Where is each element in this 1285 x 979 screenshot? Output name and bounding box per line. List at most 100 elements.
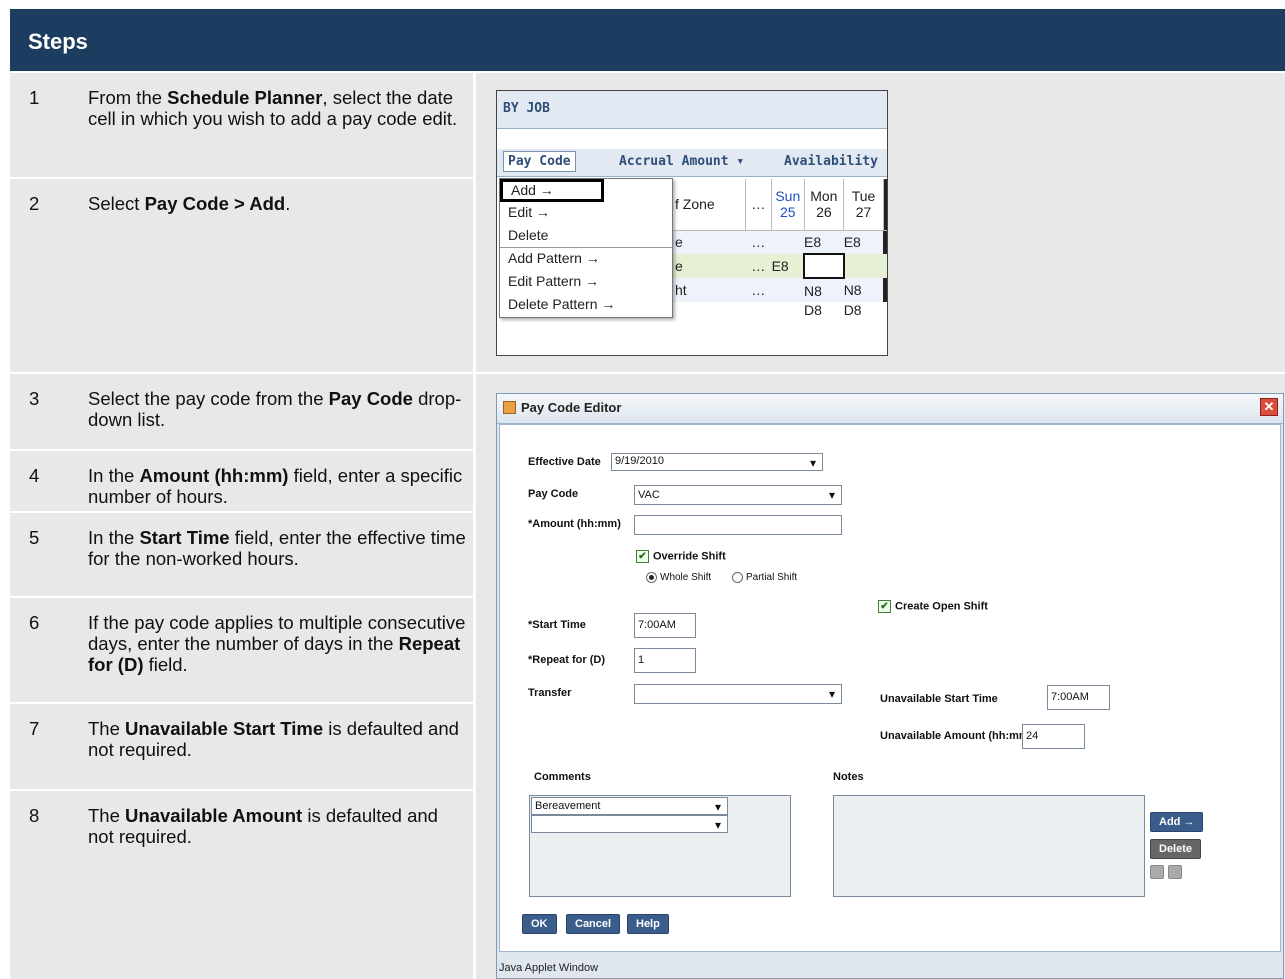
delete-menu-item[interactable]: Delete (500, 225, 672, 248)
grid-cell[interactable]: N8 (804, 278, 844, 302)
step-text: The Unavailable Amount is defaulted and … (88, 805, 468, 847)
create-open-shift-checkbox[interactable]: ✔ Create Open Shift (878, 600, 988, 613)
pay-code-menu[interactable]: Pay Code (503, 151, 576, 172)
override-shift-label: Override Shift (653, 550, 726, 563)
transfer-select[interactable] (634, 684, 842, 704)
checkmark-icon: ✔ (636, 550, 649, 563)
editor-title-bar: Pay Code Editor ✕ (497, 394, 1283, 424)
add-menu-item[interactable]: Add → (500, 179, 604, 202)
start-time-input[interactable]: 7:00AM (634, 613, 696, 638)
step-number: 2 (29, 193, 40, 214)
unavailable-start-time-label: Unavailable Start Time (880, 693, 998, 705)
repeat-label: *Repeat for (D) (528, 654, 606, 666)
schedule-grid: f Zone… Sun 25 Mon 26 Tue 27 e… E8 E8 e… E8 ht… (673, 179, 887, 318)
notes-label: Notes (833, 771, 864, 783)
step-number: 7 (29, 718, 40, 739)
step-text: If the pay code applies to multiple cons… (88, 612, 468, 675)
step-number: 4 (29, 465, 40, 486)
step-text: Select the pay code from the Pay Code dr… (88, 388, 468, 430)
amount-input[interactable] (634, 515, 842, 535)
step-row-8: 8 The Unavailable Amount is defaulted and… (10, 791, 473, 979)
override-shift-checkbox[interactable]: ✔ Override Shift (636, 550, 726, 563)
transfer-label: Transfer (528, 687, 572, 699)
steps-header: Steps (10, 9, 1285, 71)
step-emphasis: Pay Code > Add (144, 193, 286, 214)
whole-shift-label: Whole Shift (660, 572, 712, 584)
add-note-button[interactable]: Add → (1150, 812, 1204, 832)
grid-cell: ht (675, 282, 687, 298)
editor-title: Pay Code Editor (521, 400, 622, 415)
step-row-7: 7 The Unavailable Start Time is defaulted… (10, 704, 473, 789)
previous-note-icon[interactable] (1150, 865, 1164, 879)
step-text: In the Amount (hh:mm) field, enter a spe… (88, 465, 468, 507)
step-text: Select Pay Code > Add. (88, 193, 468, 214)
effective-date-label: Effective Date (528, 456, 601, 468)
cancel-button[interactable]: Cancel (566, 914, 621, 934)
step-text-part: In the (88, 465, 140, 486)
delete-note-button[interactable]: Delete (1150, 839, 1202, 859)
step-text-part: Select (88, 193, 145, 214)
planner-title: BY JOB (497, 91, 887, 129)
day-number: 27 (855, 204, 872, 221)
grid-cell: e (675, 234, 683, 251)
selected-date-cell[interactable] (803, 253, 845, 279)
grid-cell[interactable]: D8 (844, 302, 884, 318)
status-bar-text: Java Applet Window (499, 962, 599, 974)
notes-box[interactable] (833, 795, 1145, 897)
step-row-2: 2 Select Pay Code > Add. (10, 179, 473, 372)
grid-cell[interactable]: E8 (844, 230, 884, 254)
whole-shift-radio[interactable]: Whole Shift (646, 572, 711, 583)
comment-select-1[interactable]: Bereavement (531, 797, 728, 815)
day-header: Tue (851, 188, 876, 205)
start-time-label: *Start Time (528, 619, 586, 631)
step-emphasis: Amount (hh:mm) (139, 465, 289, 486)
grid-cell[interactable]: N8 (844, 278, 884, 302)
grid-cell[interactable]: E8 (772, 254, 804, 278)
step-text-part: In the (88, 527, 140, 548)
grid-cell: e (675, 258, 683, 274)
availability-menu[interactable]: Availability (784, 154, 878, 169)
unavailable-start-time-input[interactable]: 7:00AM (1047, 685, 1110, 710)
comments-label: Comments (534, 771, 591, 783)
accrual-amount-menu[interactable]: Accrual Amount ▾ (619, 154, 744, 169)
next-note-icon[interactable] (1168, 865, 1182, 879)
partial-shift-radio[interactable]: Partial Shift (732, 572, 797, 583)
edit-menu-item[interactable]: Edit → (500, 202, 672, 225)
unavailable-amount-input[interactable]: 24 (1022, 724, 1085, 749)
add-pattern-menu-item[interactable]: Add Pattern → (500, 248, 672, 271)
day-number: 25 (780, 204, 796, 221)
pay-code-dropdown: Add → Edit → Delete Add Pattern → Edit P… (499, 178, 673, 318)
day-header: Sun (775, 188, 801, 205)
step-emphasis: Unavailable Amount (125, 805, 303, 826)
java-cup-icon (503, 401, 516, 414)
grid-col-zone: f Zone (673, 179, 746, 230)
edit-pattern-menu-item[interactable]: Edit Pattern → (500, 271, 672, 294)
delete-pattern-menu-item[interactable]: Delete Pattern → (500, 294, 672, 317)
effective-date-select[interactable]: 9/19/2010 (611, 453, 823, 471)
checkmark-icon: ✔ (878, 600, 891, 613)
editor-body: Effective Date 9/19/2010 Pay Code VAC *A… (499, 424, 1281, 952)
pay-code-select[interactable]: VAC (634, 485, 842, 505)
schedule-planner-screenshot: BY JOB Pay Code Accrual Amount ▾ Availab… (496, 90, 888, 356)
create-open-shift-label: Create Open Shift (895, 600, 988, 613)
grid-cell[interactable]: D8 (804, 302, 844, 318)
step-text-part: field. (143, 654, 188, 675)
step-row-3: 3 Select the pay code from the Pay Code d… (10, 374, 473, 449)
pay-code-label: Pay Code (528, 488, 579, 500)
day-header: Mon (810, 188, 838, 205)
help-button[interactable]: Help (627, 914, 669, 934)
comment-select-2[interactable] (531, 815, 728, 833)
step-number: 5 (29, 527, 40, 548)
grid-cell[interactable] (772, 278, 804, 302)
grid-cell[interactable]: E8 (804, 230, 844, 254)
step-text-part: The (88, 805, 126, 826)
step-number: 3 (29, 388, 40, 409)
grid-cell[interactable] (844, 254, 884, 278)
planner-menu-bar: Pay Code Accrual Amount ▾ Availability (497, 149, 887, 177)
ok-button[interactable]: OK (522, 914, 557, 934)
step-text-part: . (285, 193, 291, 214)
amount-label: *Amount (hh:mm) (528, 518, 621, 530)
repeat-input[interactable]: 1 (634, 648, 696, 673)
close-icon[interactable]: ✕ (1260, 398, 1278, 416)
grid-cell[interactable] (772, 230, 804, 254)
